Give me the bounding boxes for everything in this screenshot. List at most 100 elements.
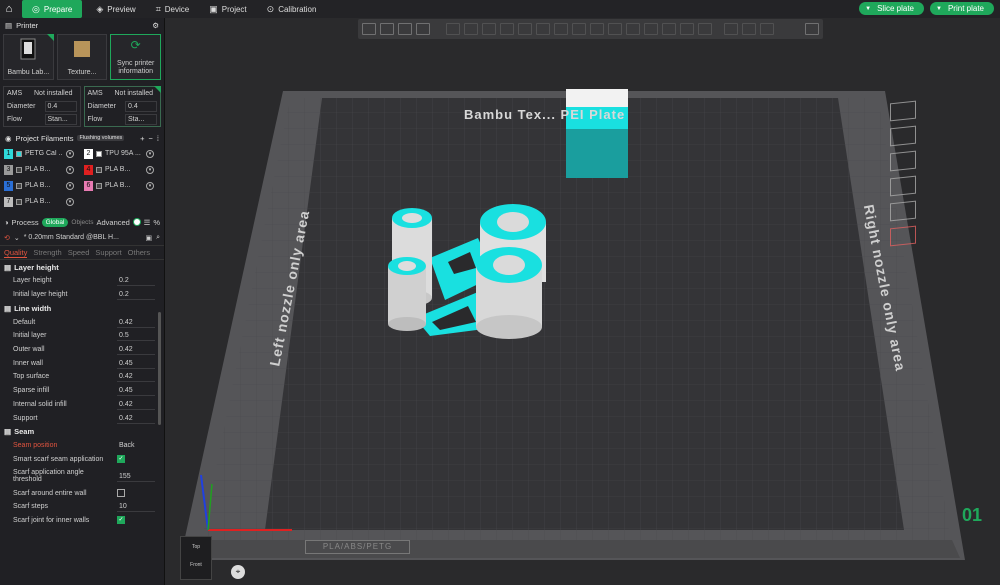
filament-slot[interactable]: 5 PLA B... ▾ <box>4 179 80 192</box>
filament-settings-icon[interactable]: ▾ <box>146 149 154 158</box>
chevron-down-icon[interactable]: ▼ <box>936 6 942 12</box>
sync-printer-button[interactable]: ⟳ Sync printer information <box>110 34 162 80</box>
param-value-input[interactable]: 0.45 <box>117 358 155 369</box>
filament-settings-icon[interactable]: ▾ <box>66 197 74 206</box>
reset-icon[interactable]: ⟲ <box>4 234 10 242</box>
print-plate-button[interactable]: ▼ Print plate <box>930 2 994 15</box>
lay-flat-icon[interactable] <box>500 23 514 35</box>
color-paint-icon[interactable] <box>626 23 640 35</box>
filament-slot[interactable]: 2 TPU 95A ... ▾ <box>84 147 160 160</box>
filament-slot[interactable]: 3 PLA B... ▾ <box>4 163 80 176</box>
arrange-icon[interactable] <box>416 23 430 35</box>
filament-settings-icon[interactable]: ▾ <box>66 149 74 158</box>
param-checkbox[interactable]: ✓ <box>117 455 125 464</box>
tab-quality[interactable]: Quality <box>4 248 28 258</box>
move-icon[interactable] <box>446 23 460 35</box>
text-icon[interactable] <box>572 23 586 35</box>
param-value-input[interactable]: 0.42 <box>117 344 155 356</box>
diameter-select[interactable]: 0.4 <box>44 101 77 112</box>
filament-settings-icon[interactable]: ▾ <box>146 165 154 174</box>
printer-select-card[interactable]: Bambu Lab... <box>3 34 54 80</box>
advanced-switch[interactable] <box>132 218 141 226</box>
zoom-fit-icon[interactable]: ⌖ <box>231 565 245 579</box>
global-toggle[interactable]: Global <box>41 217 69 227</box>
param-checkbox[interactable] <box>117 489 125 498</box>
arrange-plate-icon[interactable] <box>890 125 916 147</box>
process-preset[interactable]: ⟲ ⌄ * 0.20mm Standard @BBL H... ▣ ⌕ <box>0 230 164 246</box>
lock-plate-icon[interactable] <box>890 175 916 197</box>
add-icon[interactable]: + <box>140 134 144 143</box>
flow-select[interactable]: Sta... <box>125 114 157 125</box>
tab-device[interactable]: ⌗ Device <box>146 0 200 18</box>
tab-prepare[interactable]: ◎ Prepare <box>22 0 83 18</box>
delete-plate-icon[interactable] <box>890 100 916 122</box>
param-value-input[interactable]: 0.45 <box>117 385 155 397</box>
view-icon[interactable] <box>760 23 774 35</box>
chevron-down-icon[interactable]: ▼ <box>865 6 871 12</box>
param-value-input[interactable]: 10 <box>117 501 155 513</box>
measure-icon[interactable] <box>590 23 604 35</box>
seam-position-select[interactable]: Back <box>117 440 155 451</box>
objects-toggle[interactable]: Objects <box>71 219 93 226</box>
filament-slot[interactable]: 7 PLA B... ▾ <box>4 195 80 208</box>
split-icon[interactable] <box>680 23 694 35</box>
filament-slot[interactable]: 1 PETG Cal ... ▾ <box>4 147 80 160</box>
home-icon[interactable]: ⌂ <box>0 0 18 18</box>
filament-settings-icon[interactable]: ▾ <box>146 181 154 190</box>
param-value-input[interactable]: 0.42 <box>117 413 155 424</box>
cube-view-icon[interactable] <box>805 23 819 35</box>
gear-icon[interactable]: ⚙ <box>152 21 159 30</box>
filament-slot[interactable]: 4 PLA B... ▾ <box>84 163 160 176</box>
param-checkbox[interactable]: ✓ <box>117 516 125 525</box>
filament-settings-icon[interactable]: ▾ <box>66 181 74 190</box>
search-icon[interactable]: ⌕ <box>156 234 160 242</box>
tab-speed[interactable]: Speed <box>68 248 90 257</box>
grid-icon[interactable]: ⁞ <box>157 134 159 143</box>
orient-plate-icon[interactable] <box>890 150 916 172</box>
grid-view-icon[interactable] <box>380 23 394 35</box>
filament-settings-icon[interactable]: ▾ <box>66 165 74 174</box>
plate-settings-icon[interactable] <box>890 200 916 222</box>
slice-plate-button[interactable]: ▼ Slice plate <box>859 2 925 15</box>
save-icon[interactable]: ▣ <box>145 234 152 242</box>
tab-project[interactable]: ▣ Project <box>199 0 256 18</box>
3d-viewport[interactable]: Bambu Tex... PEI Plate Left nozzle only … <box>165 18 1000 585</box>
list-icon[interactable]: ☰ <box>144 218 151 227</box>
tab-others[interactable]: Others <box>128 248 151 257</box>
seam-paint-icon[interactable] <box>554 23 568 35</box>
cut-icon[interactable] <box>518 23 532 35</box>
flow-select[interactable]: Stan... <box>44 114 77 125</box>
add-object-icon[interactable] <box>362 23 376 35</box>
tab-preview[interactable]: ◈ Preview <box>86 0 145 18</box>
tab-calibration[interactable]: ⊙ Calibration <box>257 0 327 18</box>
brim-icon[interactable] <box>662 23 676 35</box>
param-value-input[interactable]: 155 <box>117 471 155 482</box>
remove-icon[interactable]: − <box>149 134 153 143</box>
tab-support[interactable]: Support <box>95 248 121 257</box>
support-paint-icon[interactable] <box>536 23 550 35</box>
scale-icon[interactable] <box>482 23 496 35</box>
param-value-input[interactable]: 0.2 <box>117 275 155 287</box>
param-value-input[interactable]: 0.42 <box>117 317 155 328</box>
param-value-input[interactable]: 0.2 <box>117 289 155 301</box>
percent-icon[interactable]: % <box>153 218 160 227</box>
tab-strength[interactable]: Strength <box>33 248 61 257</box>
view-cube[interactable]: Top Front <box>180 536 212 580</box>
param-value-input[interactable]: 0.42 <box>117 371 155 383</box>
mesh-icon[interactable] <box>742 23 756 35</box>
auto-orient-icon[interactable] <box>398 23 412 35</box>
rotate-icon[interactable] <box>464 23 478 35</box>
scrollbar[interactable] <box>158 312 161 425</box>
diameter-select[interactable]: 0.4 <box>125 101 157 112</box>
explosion-icon[interactable] <box>724 23 738 35</box>
flushing-volumes-button[interactable]: Flushing volumes <box>77 135 125 141</box>
param-value-input[interactable]: 0.42 <box>117 399 155 410</box>
chevron-down-icon[interactable]: ⌄ <box>14 234 20 242</box>
fuzzy-skin-icon[interactable] <box>644 23 658 35</box>
filament-slot[interactable]: 6 PLA B... ▾ <box>84 179 160 192</box>
plate-type-card[interactable]: Texture... <box>56 34 108 80</box>
assembly-icon[interactable] <box>608 23 622 35</box>
plate-filament-icon[interactable] <box>890 225 916 247</box>
param-value-input[interactable]: 0.5 <box>117 330 155 342</box>
boolean-icon[interactable] <box>698 23 712 35</box>
